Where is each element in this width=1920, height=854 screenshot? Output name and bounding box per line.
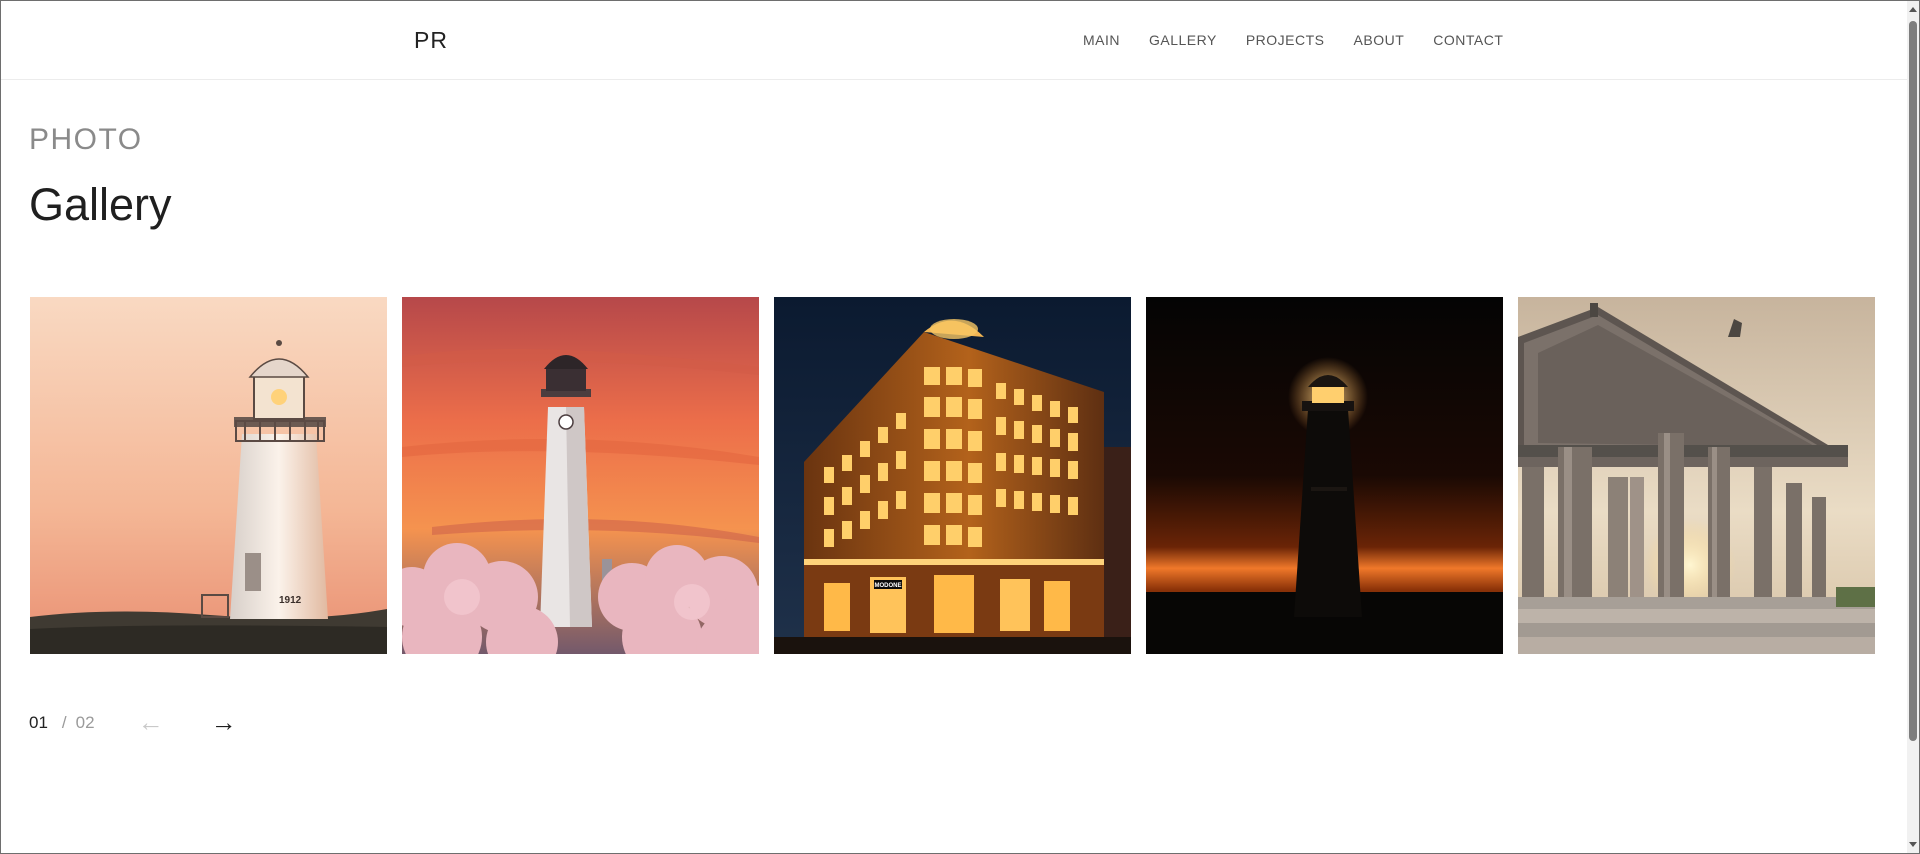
building-sign-text: MODONE bbox=[875, 583, 902, 589]
scroll-down-icon[interactable] bbox=[1909, 842, 1917, 847]
lighthouse-silhouette-night-photo bbox=[1146, 297, 1503, 654]
gallery-tile-3[interactable]: MODONE bbox=[774, 297, 1131, 654]
browser-viewport: PR MAIN GALLERY PROJECTS ABOUT CONTACT P… bbox=[0, 0, 1920, 854]
site-logo[interactable]: PR bbox=[414, 27, 448, 54]
gallery-carousel: 1912 MODONE bbox=[30, 297, 1875, 654]
gallery-tile-5[interactable] bbox=[1518, 297, 1875, 654]
nav-item-main[interactable]: MAIN bbox=[1083, 32, 1120, 48]
page-separator: / bbox=[61, 712, 67, 732]
total-page-number: 02 bbox=[75, 712, 95, 732]
vertical-scrollbar[interactable] bbox=[1907, 1, 1919, 853]
site-header: PR MAIN GALLERY PROJECTS ABOUT CONTACT bbox=[1, 1, 1907, 80]
section-eyebrow: PHOTO bbox=[29, 123, 143, 156]
nav-item-gallery[interactable]: GALLERY bbox=[1149, 32, 1217, 48]
scroll-up-icon[interactable] bbox=[1909, 7, 1917, 12]
nav-item-projects[interactable]: PROJECTS bbox=[1246, 32, 1325, 48]
scrollbar-thumb[interactable] bbox=[1909, 21, 1917, 741]
lighthouse-sunset-blossoms-photo bbox=[402, 297, 759, 654]
lighthouse-dusk-photo: 1912 bbox=[30, 297, 387, 654]
lighthouse-plaque-text: 1912 bbox=[279, 595, 302, 606]
arrow-right-icon[interactable]: → bbox=[211, 707, 237, 738]
page-title: Gallery bbox=[29, 179, 172, 230]
main-nav: MAIN GALLERY PROJECTS ABOUT CONTACT bbox=[1083, 32, 1503, 48]
gallery-tile-2[interactable] bbox=[402, 297, 759, 654]
gallery-tile-4[interactable] bbox=[1146, 297, 1503, 654]
classical-temple-sunset-photo bbox=[1518, 297, 1875, 654]
arrow-left-icon[interactable]: ← bbox=[138, 707, 164, 738]
nav-item-about[interactable]: ABOUT bbox=[1354, 32, 1405, 48]
gallery-pagination: 01 / 02 ← → bbox=[29, 707, 237, 738]
illuminated-building-night-photo: MODONE bbox=[774, 297, 1131, 654]
current-page-number: 01 bbox=[29, 712, 48, 732]
gallery-tile-1[interactable]: 1912 bbox=[30, 297, 387, 654]
nav-item-contact[interactable]: CONTACT bbox=[1433, 32, 1503, 48]
